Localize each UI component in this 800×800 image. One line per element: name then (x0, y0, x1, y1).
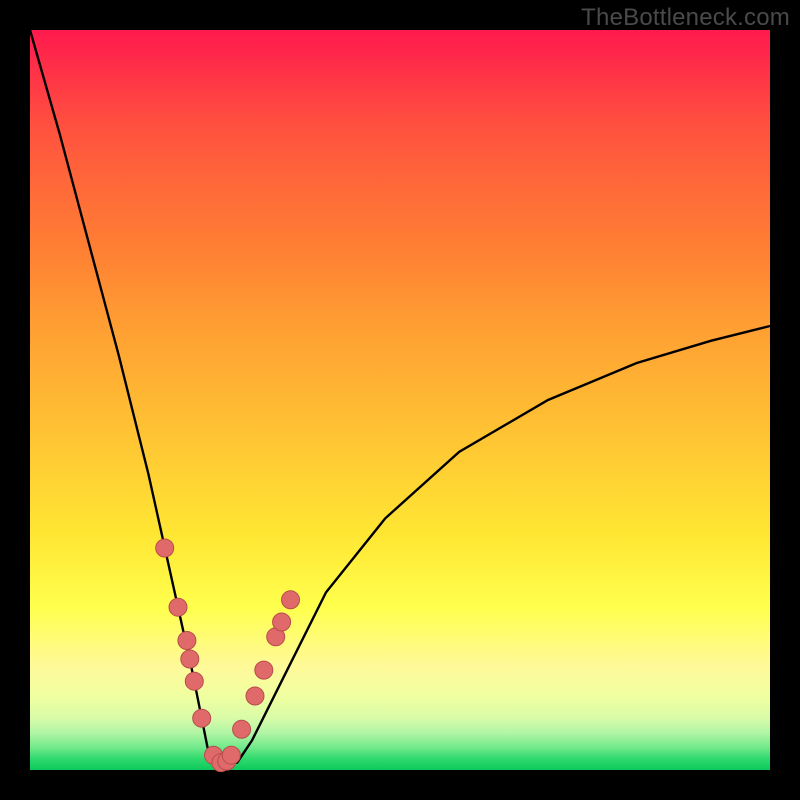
marker-dot (282, 591, 300, 609)
marker-group (156, 539, 300, 772)
plot-area (30, 30, 770, 770)
marker-dot (255, 661, 273, 679)
marker-dot (178, 632, 196, 650)
marker-dot (222, 746, 240, 764)
curve-path (30, 30, 770, 763)
marker-dot (169, 598, 187, 616)
bottleneck-curve (30, 30, 770, 763)
watermark-text: TheBottleneck.com (581, 4, 790, 32)
marker-dot (156, 539, 174, 557)
curve-layer (30, 30, 770, 770)
marker-dot (193, 709, 211, 727)
marker-dot (233, 720, 251, 738)
marker-dot (181, 650, 199, 668)
marker-dot (185, 672, 203, 690)
marker-dot (273, 613, 291, 631)
marker-dot (246, 687, 264, 705)
chart-frame: TheBottleneck.com (0, 0, 800, 800)
